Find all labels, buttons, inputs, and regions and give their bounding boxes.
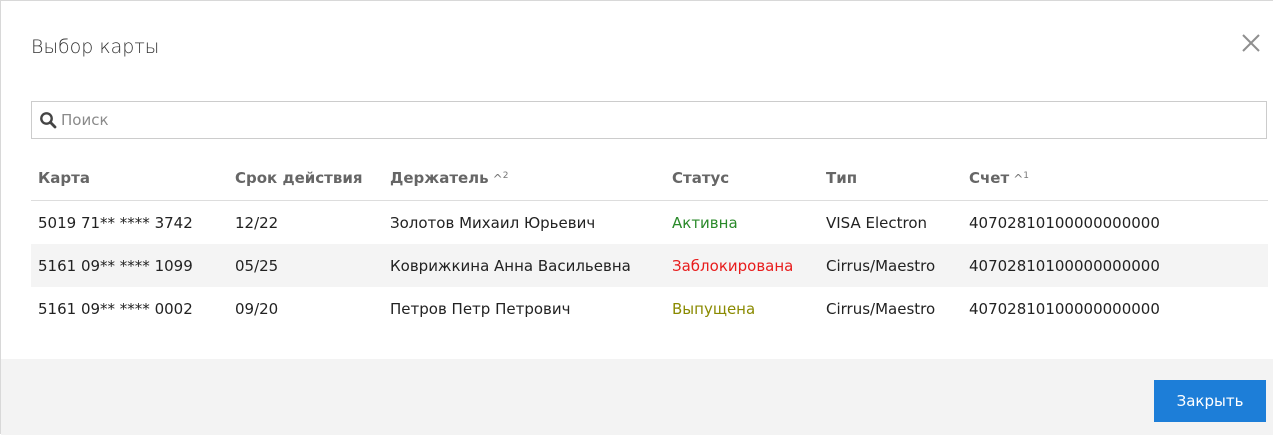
cell-card: 5019 71** **** 3742 [38, 213, 193, 232]
cell-expiry: 09/20 [235, 299, 279, 318]
cell-status: Активна [672, 213, 738, 232]
dialog-footer: Закрыть [1, 359, 1273, 435]
close-button[interactable]: Закрыть [1154, 380, 1266, 422]
cell-type: VISA Electron [826, 213, 928, 232]
cell-expiry: 12/22 [235, 213, 279, 232]
sort-indicator: ^1 [1013, 171, 1029, 186]
table-row[interactable]: 5161 09** **** 1099 05/25 Коврижкина Анн… [31, 244, 1268, 287]
cell-expiry: 05/25 [228, 244, 383, 287]
cell-holder: Золотов Михаил Юрьевич [390, 213, 596, 232]
search-icon [39, 111, 57, 129]
sort-indicator: ^2 [492, 171, 509, 186]
cell-card: 5161 09** **** 1099 [31, 244, 228, 287]
column-header-account[interactable]: Счет ^1 [962, 156, 1268, 201]
cell-account: 40702810100000000000 [969, 299, 1160, 318]
table-row[interactable]: 5161 09** **** 0002 09/20 Петров Петр Пе… [31, 287, 1268, 330]
cell-status: Выпущена [672, 299, 756, 318]
cell-holder: Коврижкина Анна Васильевна [383, 244, 665, 287]
cell-account: 40702810100000000000 [962, 244, 1268, 287]
cell-card: 5161 09** **** 0002 [38, 299, 193, 318]
column-header-type[interactable]: Тип [819, 156, 962, 201]
close-icon[interactable] [1237, 29, 1265, 57]
column-header-expiry[interactable]: Срок действия [228, 156, 383, 201]
column-header-status[interactable]: Статус [665, 156, 819, 201]
cell-type: Cirrus/Maestro [819, 244, 962, 287]
cell-holder: Петров Петр Петрович [390, 299, 571, 318]
cell-account: 40702810100000000000 [969, 213, 1160, 232]
column-header-holder[interactable]: Держатель ^2 [383, 156, 665, 201]
cell-type: Cirrus/Maestro [826, 299, 936, 318]
column-header-card[interactable]: Карта [31, 156, 228, 201]
search-input[interactable] [61, 105, 1266, 135]
table-row[interactable]: 5019 71** **** 3742 12/22 Золотов Михаил… [31, 201, 1268, 245]
table-header-row: Карта Срок действия Держатель ^2 Статус Т… [31, 156, 1268, 201]
cards-table: Карта Срок действия Держатель ^2 Статус Т… [31, 156, 1268, 330]
search-box [31, 101, 1267, 139]
card-select-dialog: Выбор карты Карта Срок действия Держател… [0, 0, 1273, 435]
cell-status: Заблокирована [665, 244, 819, 287]
dialog-title: Выбор карты [31, 36, 160, 58]
